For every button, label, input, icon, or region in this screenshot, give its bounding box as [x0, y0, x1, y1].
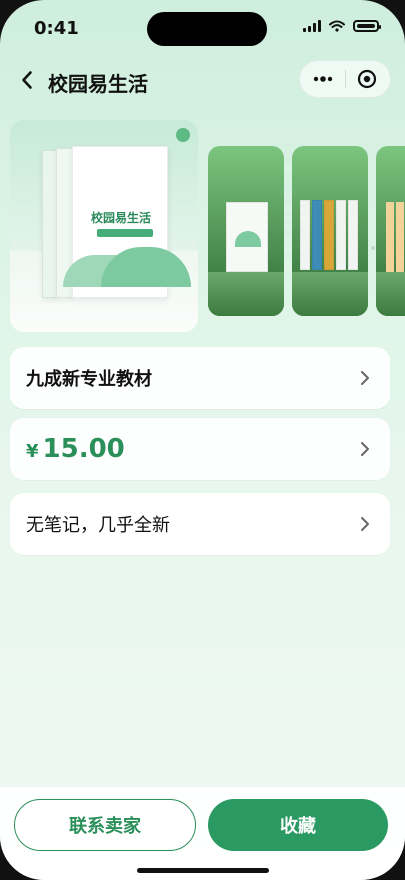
contact-seller-button[interactable]: 联系卖家	[14, 799, 196, 851]
battery-icon	[353, 20, 381, 32]
status-icons	[303, 20, 381, 32]
top-nav: 校园易生活	[0, 58, 405, 102]
status-time: 0:41	[34, 18, 79, 39]
status-bar: 0:41	[0, 0, 405, 54]
phone-screen: 0:41 校园易生活 校园易生活 九成新专业教材 ¥ 15.00 无笔记，几乎全…	[0, 0, 405, 880]
book-cover-hills	[63, 235, 191, 287]
thumbnail-book-stack	[300, 200, 360, 270]
page-title: 校园易生活	[48, 72, 148, 96]
dynamic-island	[147, 12, 267, 46]
book-cover: 校园易生活	[63, 146, 191, 298]
bottom-action-bar: 联系卖家 收藏	[0, 786, 405, 880]
price-value: 15.00	[42, 434, 125, 464]
thumbnail-book	[226, 202, 268, 272]
thumbnail-book-stack	[386, 202, 405, 272]
image-badge-icon	[176, 128, 190, 142]
item-name: 九成新专业教材	[26, 369, 152, 390]
back-button[interactable]	[14, 64, 40, 96]
price: ¥ 15.00	[26, 434, 125, 464]
gallery-thumbnail[interactable]	[208, 146, 284, 316]
target-icon	[357, 69, 377, 89]
chevron-right-icon	[356, 440, 374, 458]
thumbnail-rocks	[208, 272, 284, 316]
gallery-main-image[interactable]: 校园易生活	[10, 120, 198, 332]
condition-text: 无笔记，几乎全新	[26, 515, 170, 536]
more-icon	[313, 76, 333, 82]
condition-card[interactable]: 无笔记，几乎全新	[10, 493, 390, 555]
thumbnail-rocks	[376, 272, 405, 316]
image-gallery: 校园易生活	[10, 120, 405, 332]
price-card[interactable]: ¥ 15.00	[10, 418, 390, 480]
price-currency: ¥	[26, 441, 39, 462]
more-button[interactable]	[310, 66, 336, 92]
chevron-right-icon	[356, 515, 374, 533]
item-name-card[interactable]: 九成新专业教材	[10, 347, 390, 409]
gallery-thumbnail[interactable]	[376, 146, 405, 316]
chevron-right-icon	[356, 369, 374, 387]
chevron-left-icon	[22, 71, 32, 89]
target-button[interactable]	[354, 66, 380, 92]
gallery-thumbnail[interactable]	[292, 146, 368, 316]
capsule-divider	[344, 70, 346, 88]
home-indicator	[137, 868, 269, 873]
signal-icon	[303, 20, 321, 32]
book-cover-title: 校园易生活	[91, 211, 152, 225]
mini-program-capsule	[299, 60, 391, 98]
wifi-icon	[329, 20, 345, 32]
thumbnail-rocks	[292, 272, 368, 316]
favorite-button[interactable]: 收藏	[208, 799, 388, 851]
